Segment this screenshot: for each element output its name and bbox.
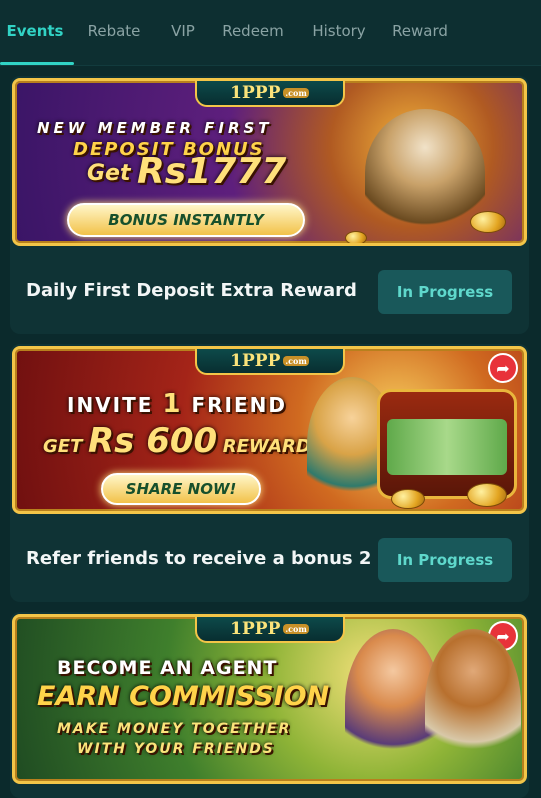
- brand-logo: 1PPP .com: [194, 81, 345, 107]
- event-row: Refer friends to receive a bonus 2 In Pr…: [10, 516, 529, 602]
- event-row: Daily First Deposit Extra Reward In Prog…: [10, 248, 529, 334]
- coin-stack: [467, 483, 507, 507]
- tab-vip[interactable]: VIP: [158, 0, 208, 62]
- warrior-figure: [425, 629, 521, 779]
- get-label: GET: [43, 436, 83, 457]
- reward-label: REWARD: [222, 436, 311, 457]
- banner-headline: INVITE 1 FRIEND: [67, 389, 287, 419]
- coin: [345, 231, 367, 243]
- invite-label: INVITE: [67, 393, 154, 417]
- banner-subheadline: EARN COMMISSION: [37, 681, 330, 712]
- banner-amount-line: GET Rs 600 REWARD: [43, 421, 311, 461]
- share-icon[interactable]: ➦: [488, 353, 518, 383]
- status-button[interactable]: In Progress: [378, 270, 512, 314]
- tab-redeem[interactable]: Redeem: [214, 0, 292, 62]
- tab-reward[interactable]: Reward: [384, 0, 456, 62]
- tab-history[interactable]: History: [302, 0, 376, 62]
- tab-bar: Events Rebate VIP Redeem History Reward: [0, 0, 541, 66]
- brand-logo: 1PPP .com: [194, 617, 345, 643]
- event-banner-first-deposit[interactable]: 1PPP .com NEW MEMBER FIRST DEPOSIT BONUS …: [12, 78, 527, 246]
- tab-events[interactable]: Events: [0, 0, 70, 62]
- coin-stack: [391, 489, 425, 509]
- banner-tagline-1: MAKE MONEY TOGETHER: [57, 721, 292, 737]
- event-card[interactable]: 1PPP .com ➦ BECOME AN AGENT EARN COMMISSI…: [10, 612, 529, 798]
- banner-headline: BECOME AN AGENT: [57, 657, 278, 679]
- bonus-instantly-button[interactable]: BONUS INSTANTLY: [67, 203, 305, 237]
- tab-rebate[interactable]: Rebate: [78, 0, 150, 62]
- banner-tagline-2: WITH YOUR FRIENDS: [77, 741, 275, 757]
- friend-label: FRIEND: [191, 393, 287, 417]
- banner-headline: NEW MEMBER FIRST: [37, 119, 273, 137]
- coin-stack: [470, 211, 506, 233]
- event-card[interactable]: 1PPP .com ➦ INVITE 1 FRIEND GET Rs 600 RE…: [10, 344, 529, 602]
- banner-amount: Rs 600: [87, 421, 218, 461]
- invite-count: 1: [162, 389, 183, 419]
- cash-pile: [387, 419, 507, 475]
- brand-logo: 1PPP .com: [194, 349, 345, 375]
- event-card[interactable]: 1PPP .com NEW MEMBER FIRST DEPOSIT BONUS …: [10, 76, 529, 334]
- status-button[interactable]: In Progress: [378, 538, 512, 582]
- banner-amount: Rs1777: [137, 151, 287, 192]
- event-banner-invite-friend[interactable]: 1PPP .com ➦ INVITE 1 FRIEND GET Rs 600 RE…: [12, 346, 527, 514]
- zeus-figure: [365, 109, 485, 237]
- share-now-button[interactable]: SHARE NOW!: [101, 473, 261, 505]
- event-title: Refer friends to receive a bonus 2: [26, 548, 372, 569]
- banner-get-label: Get: [87, 161, 131, 186]
- active-tab-indicator: [0, 62, 74, 65]
- event-banner-agent[interactable]: 1PPP .com ➦ BECOME AN AGENT EARN COMMISSI…: [12, 614, 527, 784]
- event-title: Daily First Deposit Extra Reward: [26, 280, 357, 301]
